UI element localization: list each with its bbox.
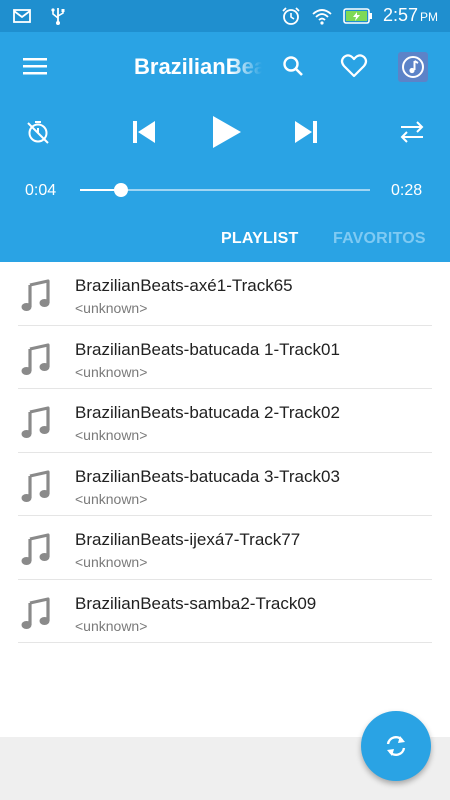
music-note-icon: [21, 469, 50, 502]
list-item[interactable]: BrazilianBeats-ijexá7-Track77 <unknown>: [0, 516, 450, 580]
refresh-fab[interactable]: [361, 711, 431, 781]
elapsed-time: 0:04: [25, 182, 57, 199]
track-artist: <unknown>: [75, 363, 148, 380]
music-note-icon: [21, 279, 50, 311]
status-time: 2:57: [382, 5, 418, 25]
list-item[interactable]: BrazilianBeats-batucada 1-Track01 <unkno…: [0, 326, 450, 389]
divider: [18, 642, 432, 643]
track-title: BrazilianBeats-ijexá7-Track77: [75, 530, 301, 549]
favorite-button[interactable]: [336, 48, 372, 84]
track-artist: <unknown>: [75, 617, 148, 634]
play-icon: [213, 116, 241, 148]
track-title: BrazilianBeats-batucada 1-Track01: [75, 339, 340, 359]
player-panel: BrazilianBeats: [0, 32, 450, 262]
skip-previous-icon: [133, 121, 155, 143]
heart-icon: [340, 54, 368, 78]
list-item[interactable]: BrazilianBeats-axé1-Track65 <unknown>: [0, 262, 450, 326]
track-title: BrazilianBeats-batucada 3-Track03: [75, 466, 340, 486]
previous-button[interactable]: [124, 112, 164, 152]
shuffle-repeat-button[interactable]: [392, 112, 432, 152]
app-title: BrazilianBeats: [134, 54, 262, 79]
seek-bar[interactable]: 0:04 0:28: [0, 172, 450, 212]
battery-charging-icon: [343, 7, 372, 24]
track-artist: <unknown>: [75, 427, 148, 443]
skip-next-icon: [295, 121, 317, 143]
tab-playlist[interactable]: PLAYLIST: [221, 230, 298, 248]
track-artist: <unknown>: [75, 490, 148, 507]
list-item[interactable]: BrazilianBeats-samba2-Track09 <unknown>: [0, 580, 450, 643]
usb-icon: [51, 8, 65, 25]
play-button[interactable]: [206, 112, 246, 152]
mail-icon: [13, 9, 31, 23]
search-button[interactable]: [275, 48, 311, 84]
total-time: 0:28: [391, 182, 423, 199]
seek-thumb[interactable]: [113, 183, 128, 197]
track-title: BrazilianBeats-batucada 2-Track02: [75, 403, 340, 422]
music-note-icon: [21, 406, 50, 438]
tab-bar: PLAYLIST FAVORITOS: [0, 222, 450, 262]
alarm-icon: [282, 6, 300, 25]
track-title: BrazilianBeats-samba2-Track09: [75, 593, 317, 613]
track-artist: <unknown>: [75, 554, 148, 570]
search-icon: [283, 56, 303, 76]
refresh-icon: [386, 736, 406, 756]
list-item[interactable]: BrazilianBeats-batucada 2-Track02 <unkno…: [0, 389, 450, 453]
tab-favoritos[interactable]: FAVORITOS: [333, 230, 426, 248]
music-circle-icon: [402, 56, 424, 78]
music-note-icon: [21, 342, 50, 375]
hamburger-menu-icon: [23, 58, 47, 75]
status-ampm: PM: [420, 10, 438, 24]
music-note-icon: [21, 533, 50, 565]
next-button[interactable]: [286, 112, 326, 152]
menu-button[interactable]: [17, 48, 53, 84]
status-bar: 2:57 PM: [0, 0, 450, 32]
sleep-timer-button[interactable]: [18, 112, 58, 152]
track-list: BrazilianBeats-axé1-Track65 <unknown> Br…: [0, 262, 450, 643]
playback-controls: [0, 104, 450, 160]
swap-arrows-icon: [400, 121, 424, 143]
track-title: BrazilianBeats-axé1-Track65: [75, 276, 293, 295]
music-note-icon: [21, 596, 50, 629]
toolbar: BrazilianBeats: [0, 32, 450, 100]
wifi-icon: [312, 8, 332, 25]
list-item[interactable]: BrazilianBeats-batucada 3-Track03 <unkno…: [0, 453, 450, 516]
music-library-button[interactable]: [398, 52, 428, 82]
track-artist: <unknown>: [75, 300, 148, 316]
timer-off-icon: [27, 121, 49, 144]
